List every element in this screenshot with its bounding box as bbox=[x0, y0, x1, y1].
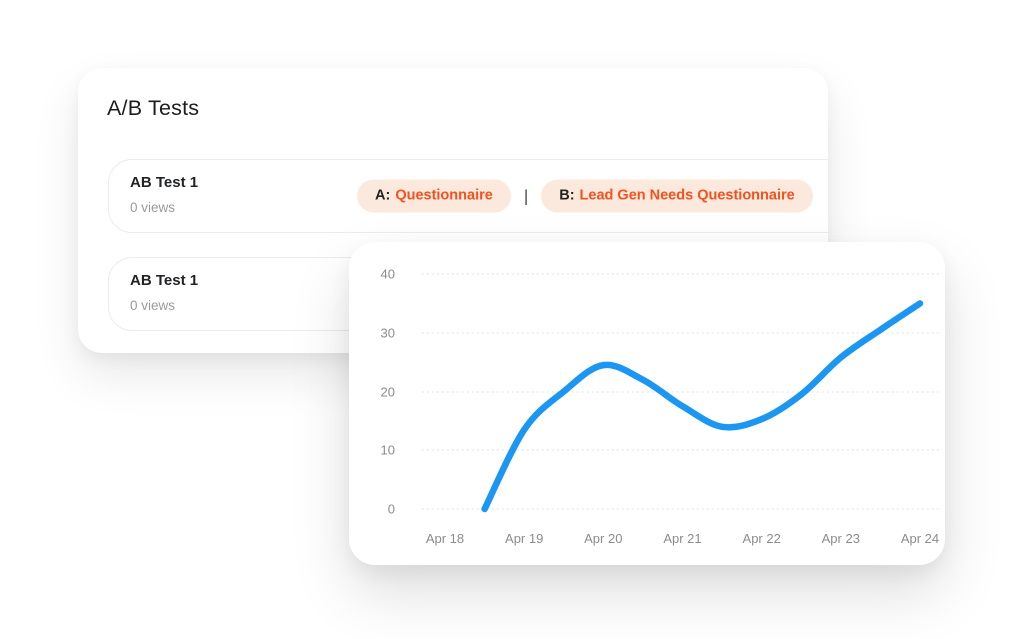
variant-b-value: Lead Gen Needs Questionnaire bbox=[580, 188, 795, 204]
ab-test-row-1[interactable]: AB Test 1 0 views A: Questionnaire | B: Le… bbox=[108, 159, 828, 233]
variant-badges: A: Questionnaire | B: Lead Gen Needs Quest… bbox=[357, 180, 813, 213]
variant-b-badge[interactable]: B: Lead Gen Needs Questionnaire bbox=[541, 180, 812, 213]
x-tick-apr19: Apr 19 bbox=[505, 531, 543, 546]
x-tick-apr22: Apr 22 bbox=[743, 531, 781, 546]
views-chart-card: 40 30 20 10 0 Apr 18 Apr 19 Apr 20 Apr 2… bbox=[349, 242, 945, 565]
page-title: A/B Tests bbox=[107, 96, 199, 121]
chart-line-series bbox=[485, 303, 920, 509]
y-tick-0: 0 bbox=[388, 502, 395, 517]
test-views-count: 0 views bbox=[130, 298, 175, 313]
variant-a-value: Questionnaire bbox=[395, 188, 493, 204]
test-name: AB Test 1 bbox=[130, 272, 198, 289]
y-tick-20: 20 bbox=[381, 385, 395, 400]
variant-b-label: B: bbox=[559, 188, 574, 204]
x-tick-apr21: Apr 21 bbox=[663, 531, 701, 546]
y-tick-10: 10 bbox=[381, 443, 395, 458]
x-tick-apr23: Apr 23 bbox=[822, 531, 860, 546]
y-tick-30: 30 bbox=[381, 326, 395, 341]
line-chart: 40 30 20 10 0 Apr 18 Apr 19 Apr 20 Apr 2… bbox=[349, 242, 945, 565]
x-tick-apr20: Apr 20 bbox=[584, 531, 622, 546]
page-background: A/B Tests AB Test 1 0 views A: Questionna… bbox=[0, 0, 1024, 639]
test-name: AB Test 1 bbox=[130, 174, 198, 191]
test-views-count: 0 views bbox=[130, 200, 175, 215]
badge-separator: | bbox=[524, 186, 528, 206]
y-tick-40: 40 bbox=[381, 267, 395, 282]
x-tick-apr24: Apr 24 bbox=[901, 531, 939, 546]
variant-a-badge[interactable]: A: Questionnaire bbox=[357, 180, 511, 213]
variant-a-label: A: bbox=[375, 188, 390, 204]
x-tick-apr18: Apr 18 bbox=[426, 531, 464, 546]
